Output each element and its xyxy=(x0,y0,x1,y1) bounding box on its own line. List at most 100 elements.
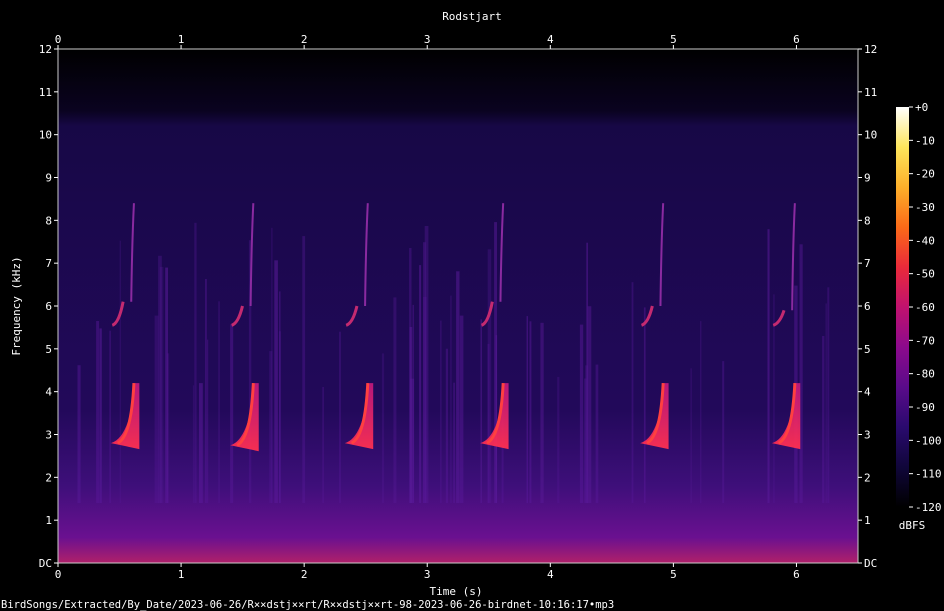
noise-streak xyxy=(154,315,159,503)
colorbar-tick-label: -80 xyxy=(915,368,935,381)
x-tick-label-top: 6 xyxy=(793,33,800,46)
noise-streak xyxy=(540,322,544,503)
noise-streak xyxy=(579,324,584,503)
y-tick-label-right: 12 xyxy=(864,43,877,56)
y-tick-label-left: 10 xyxy=(39,129,52,142)
noise-streak xyxy=(445,348,448,503)
y-tick-label-left: 6 xyxy=(45,300,52,313)
noise-streak xyxy=(595,364,599,503)
noise-streak xyxy=(205,279,207,503)
y-tick-label-right: 1 xyxy=(864,514,871,527)
noise-streak xyxy=(459,315,464,503)
noise-streak xyxy=(271,227,273,504)
y-tick-label-right: DC xyxy=(864,557,877,570)
colorbar xyxy=(896,107,909,507)
y-tick-label-left: 1 xyxy=(45,514,52,527)
y-tick-label-left: DC xyxy=(39,557,52,570)
y-tick-label-left: 2 xyxy=(45,471,52,484)
noise-streak xyxy=(722,361,725,503)
x-tick-label-bottom: 4 xyxy=(547,568,554,581)
x-tick-label-top: 4 xyxy=(547,33,554,46)
x-tick-label-bottom: 0 xyxy=(55,568,62,581)
noise-streak xyxy=(456,271,460,503)
noise-streak xyxy=(322,387,324,503)
noise-streak xyxy=(410,378,415,503)
y-tick-label-right: 11 xyxy=(864,86,877,99)
noise-streak xyxy=(453,382,455,503)
colorbar-tick-label: -20 xyxy=(915,168,935,181)
y-tick-label-left: 9 xyxy=(45,172,52,185)
y-tick-label-right: 2 xyxy=(864,471,871,484)
colorbar-tick-label: -60 xyxy=(915,301,935,314)
noise-streak xyxy=(99,328,102,503)
x-tick-label-top: 1 xyxy=(178,33,185,46)
y-tick-label-left: 8 xyxy=(45,214,52,227)
y-tick-label-left: 11 xyxy=(39,86,52,99)
noise-streak xyxy=(302,236,306,503)
y-axis-label: Frequency (kHz) xyxy=(10,256,23,355)
x-tick-label-bottom: 2 xyxy=(301,568,308,581)
x-tick-label-bottom: 1 xyxy=(178,568,185,581)
colorbar-tick-label: -10 xyxy=(915,134,935,147)
noise-streak xyxy=(274,260,278,503)
y-tick-label-left: 4 xyxy=(45,386,52,399)
x-tick-label-top: 0 xyxy=(55,33,62,46)
colorbar-tick-label: -50 xyxy=(915,268,935,281)
noise-streak xyxy=(339,331,341,503)
noise-streak xyxy=(700,321,702,503)
y-tick-label-right: 10 xyxy=(864,129,877,142)
colorbar-tick-label: -100 xyxy=(915,434,942,447)
noise-streak xyxy=(192,385,195,503)
noise-streak xyxy=(381,353,385,503)
y-tick-label-left: 7 xyxy=(45,257,52,270)
colorbar-tick-label: -70 xyxy=(915,334,935,347)
noise-streak xyxy=(199,383,203,503)
y-tick-label-left: 3 xyxy=(45,429,52,442)
x-axis-label: Time (s) xyxy=(430,585,483,598)
noise-streak xyxy=(487,343,490,503)
x-tick-label-top: 3 xyxy=(424,33,431,46)
noise-streak xyxy=(526,316,528,503)
noise-streak xyxy=(77,365,81,503)
y-tick-label-right: 8 xyxy=(864,214,871,227)
colorbar-tick-label: -30 xyxy=(915,201,935,214)
noise-streak xyxy=(690,368,692,503)
x-tick-label-bottom: 3 xyxy=(424,568,431,581)
noise-streak xyxy=(207,339,209,503)
x-tick-label-top: 2 xyxy=(301,33,308,46)
noise-streak xyxy=(643,307,646,503)
colorbar-ticks: +0 -10 -20 -30 -40 -50 -60 -70 -80 -90 -100 -110 -12… xyxy=(909,101,942,514)
noise-streak xyxy=(194,222,197,504)
y-tick-label-right: 9 xyxy=(864,172,871,185)
noise-streak xyxy=(279,291,281,503)
noise-streak xyxy=(529,321,532,503)
noise-streak xyxy=(119,240,121,503)
y-tick-label-right: 6 xyxy=(864,300,871,313)
noise-streak xyxy=(440,320,442,503)
colorbar-tick-label: -120 xyxy=(915,501,942,514)
footer-filename: BirdSongs/Extracted/By_Date/2023-06-26/R… xyxy=(1,599,614,611)
x-tick-label-bottom: 5 xyxy=(670,568,677,581)
x-tick-label-bottom: 6 xyxy=(793,568,800,581)
colorbar-label: dBFS xyxy=(899,519,926,532)
y-tick-label-right: 4 xyxy=(864,386,871,399)
noise-streak xyxy=(109,330,111,503)
y-tick-label-right: 5 xyxy=(864,343,871,356)
noise-streak xyxy=(825,303,827,503)
noise-streak xyxy=(557,376,560,503)
noise-streak xyxy=(799,244,803,504)
x-tick-label-top: 5 xyxy=(670,33,677,46)
noise-streak xyxy=(587,306,592,503)
noise-streak xyxy=(218,301,220,503)
colorbar-tick-label: -110 xyxy=(915,468,942,481)
noise-streak xyxy=(480,319,482,503)
y-tick-label-left: 12 xyxy=(39,43,52,56)
y-tick-label-right: 3 xyxy=(864,429,871,442)
noise-streak xyxy=(631,282,634,503)
noise-streak xyxy=(159,266,164,503)
colorbar-tick-label: -90 xyxy=(915,401,935,414)
noise-streak xyxy=(419,265,422,503)
noise-streak xyxy=(767,229,770,503)
noise-streak xyxy=(230,324,234,503)
noise-streak xyxy=(585,365,589,503)
